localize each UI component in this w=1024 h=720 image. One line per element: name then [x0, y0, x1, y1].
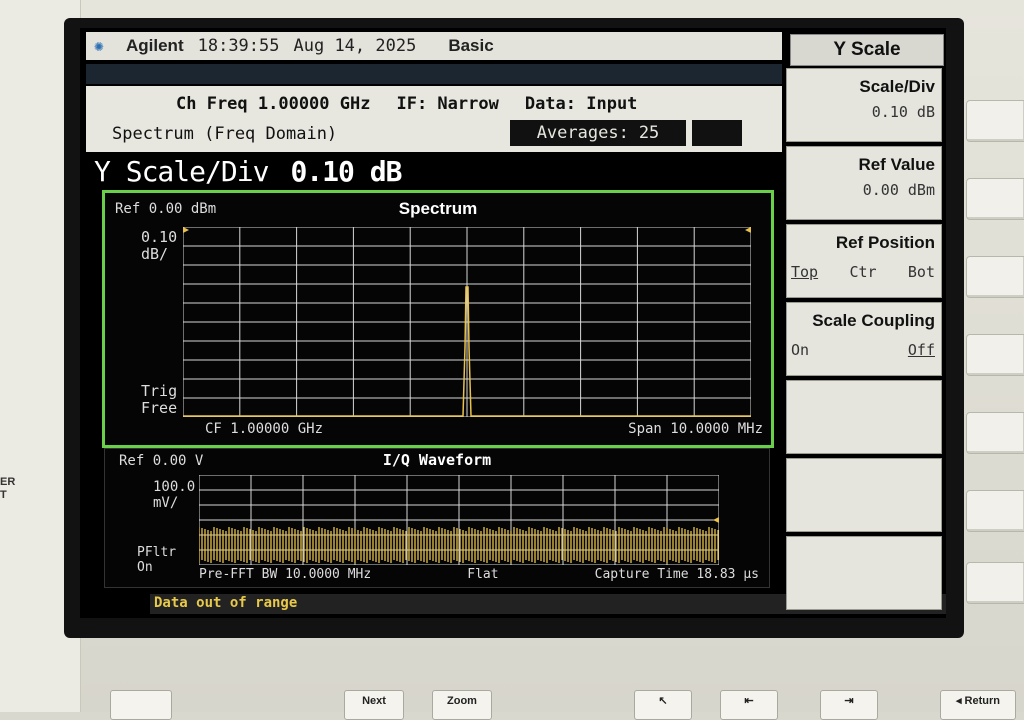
iq-plot — [199, 475, 719, 565]
front-panel-label-line2: T — [0, 489, 7, 501]
menu-title: Y Scale — [790, 34, 944, 66]
hardware-softkey-3[interactable] — [966, 256, 1024, 298]
iq-scale-value: 100.0 — [153, 479, 196, 495]
hardware-softkey-6[interactable] — [966, 490, 1024, 532]
spectrum-title: Spectrum — [398, 199, 478, 218]
view-name: Spectrum (Freq Domain) — [112, 124, 338, 144]
hardware-softkey-5[interactable] — [966, 412, 1024, 454]
return-key[interactable]: ◂ Return — [940, 690, 1016, 720]
arrow-right-key[interactable]: ⇥ — [820, 690, 878, 720]
trigger-status: Trig Free — [141, 383, 177, 417]
hardware-key-partial[interactable] — [110, 690, 172, 720]
softkey-scale-div[interactable]: Scale/Div 0.10 dB — [786, 68, 942, 142]
arrow-up-left-icon: ↖ — [658, 695, 668, 707]
iq-ref-marker — [713, 517, 719, 523]
trigger-value: Free — [141, 399, 178, 417]
ref-marker-right — [745, 227, 751, 233]
data-source: Data: Input — [524, 94, 638, 114]
next-key[interactable]: Next — [344, 690, 404, 720]
status-message: Data out of range — [154, 595, 298, 611]
hardware-softkey-2[interactable] — [966, 178, 1024, 220]
active-function-value: 0.10 dB — [290, 154, 402, 188]
option-off: Off — [907, 341, 935, 359]
iq-title: I/Q Waveform — [382, 451, 492, 469]
title-bar: ✺ Agilent 18:39:55 Aug 14, 2025 Basic — [86, 32, 782, 60]
softkey-blank-7[interactable] — [786, 536, 942, 610]
pre-filter-value: On — [137, 560, 153, 575]
spectrum-plot — [183, 227, 751, 417]
softkey-blank-5[interactable] — [786, 380, 942, 454]
measurement-header: Ch Freq 1.00000 GHz IF: Narrow Data: Inp… — [86, 86, 782, 152]
softkey-options: Top Ctr Bot — [791, 263, 935, 281]
channel-frequency: Ch Freq 1.00000 GHz — [176, 94, 371, 114]
iq-footer: Pre-FFT BW 10.0000 MHz Flat Capture Time… — [199, 567, 759, 582]
measurement-settings: Ch Freq 1.00000 GHz IF: Narrow Data: Inp… — [176, 94, 637, 114]
softkey-label: Ref Value — [858, 155, 935, 174]
frequency-span: Span 10.0000 MHz — [628, 421, 763, 437]
zoom-key[interactable]: Zoom — [432, 690, 492, 720]
softkey-options: On Off — [791, 341, 935, 359]
active-function-readout: Y Scale/Div 0.10 dB — [94, 154, 774, 188]
agilent-spark-icon: ✺ — [94, 36, 104, 55]
pre-filter-label: PFltr — [137, 545, 177, 560]
averages-readout: Averages: 25 — [510, 120, 686, 146]
spectrum-scale-unit: dB/ — [141, 245, 169, 263]
averages-value: 25 — [638, 123, 660, 143]
front-panel-label: ER T — [0, 476, 15, 502]
pre-fft-bandwidth: Pre-FFT BW 10.0000 MHz — [199, 567, 372, 582]
clock-time: 18:39:55 — [197, 36, 280, 56]
if-setting: IF: Narrow — [396, 94, 499, 114]
softkey-scale-coupling[interactable]: Scale Coupling On Off — [786, 302, 942, 376]
center-frequency: CF 1.00000 GHz — [205, 421, 324, 437]
option-bot: Bot — [907, 263, 935, 281]
ref-marker-left — [183, 227, 189, 233]
averages-aux-box — [692, 120, 742, 146]
softkey-label: Ref Position — [835, 233, 935, 252]
iq-scale: 100.0 mV/ — [153, 479, 195, 511]
arrow-up-left-key[interactable]: ↖ — [634, 690, 692, 720]
hardware-softkey-1[interactable] — [966, 100, 1024, 142]
softkey-value: 0.10 dB — [871, 103, 935, 121]
clock-date: Aug 14, 2025 — [293, 36, 417, 56]
softkey-label: Scale/Div — [859, 77, 935, 96]
title-bar-strip — [86, 64, 782, 84]
hardware-softkey-7[interactable] — [966, 562, 1024, 604]
softkey-menu: Y Scale Scale/Div 0.10 dB Ref Value 0.00… — [786, 32, 944, 612]
arrow-left-key[interactable]: ⇤ — [720, 690, 778, 720]
spectrum-window[interactable]: Ref 0.00 dBm Spectrum 0.10 dB/ Trig Free — [102, 190, 774, 448]
front-panel-label-line1: ER — [0, 476, 16, 488]
capture-time: Capture Time 18.83 μs — [594, 567, 759, 582]
softkey-ref-position[interactable]: Ref Position Top Ctr Bot — [786, 224, 942, 298]
spectrum-scale-value: 0.10 — [141, 228, 178, 246]
filter-shape: Flat — [467, 567, 499, 582]
pre-filter-status: PFltr On — [137, 545, 176, 575]
iq-scale-unit: mV/ — [153, 495, 179, 511]
trigger-label: Trig — [141, 382, 178, 400]
option-on: On — [791, 341, 810, 359]
softkey-value: 0.00 dBm — [862, 181, 935, 199]
arrow-right-icon: ⇥ — [844, 695, 854, 707]
softkey-label: Scale Coupling — [812, 311, 935, 330]
display-screen: ✺ Agilent 18:39:55 Aug 14, 2025 Basic Ch… — [80, 28, 946, 618]
averages-label: Averages: — [536, 123, 629, 143]
softkey-ref-value[interactable]: Ref Value 0.00 dBm — [786, 146, 942, 220]
mode-label: Basic — [448, 36, 494, 55]
brand-name: Agilent — [126, 36, 184, 55]
hardware-softkey-4[interactable] — [966, 334, 1024, 376]
option-ctr: Ctr — [849, 263, 877, 281]
softkey-blank-6[interactable] — [786, 458, 942, 532]
option-top: Top — [791, 263, 819, 281]
spectrum-scale: 0.10 dB/ — [141, 229, 177, 263]
active-function-label: Y Scale/Div — [94, 154, 269, 188]
arrow-left-icon: ⇤ — [744, 695, 754, 707]
iq-waveform-window[interactable]: Ref 0.00 V I/Q Waveform 100.0 mV/ PFltr … — [104, 448, 770, 588]
